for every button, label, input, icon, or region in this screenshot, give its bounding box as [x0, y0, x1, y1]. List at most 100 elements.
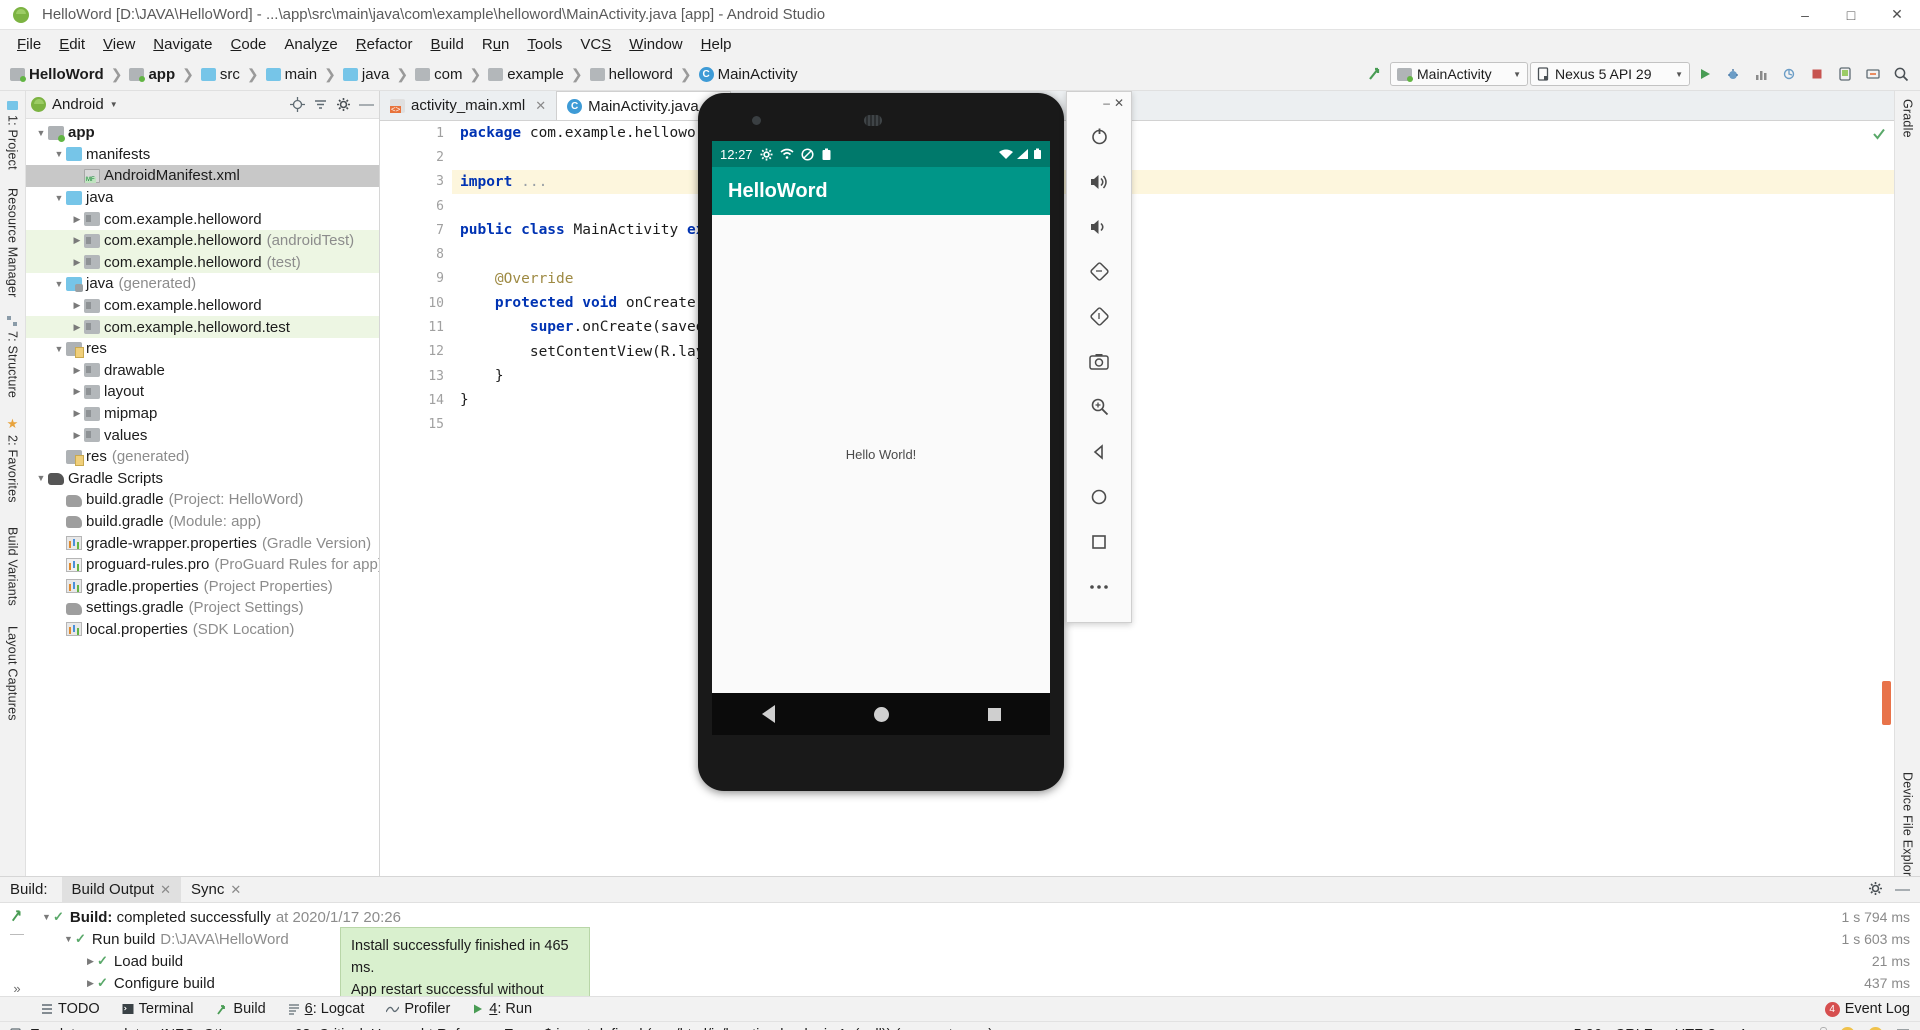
tree-arrow-right-icon[interactable]: ▶: [70, 386, 84, 397]
build-row[interactable]: ▼ ✓ Run build D:\JAVA\HelloWord 1 s 603 ms: [34, 928, 1920, 950]
tree-row[interactable]: ▶ layout: [26, 381, 379, 403]
rotate-right-icon[interactable]: [1077, 294, 1121, 339]
make-project-icon[interactable]: [1362, 61, 1388, 87]
zoom-icon[interactable]: [1077, 384, 1121, 429]
tree-row[interactable]: ▶ drawable: [26, 360, 379, 382]
tree-arrow-right-icon[interactable]: ▶: [70, 300, 84, 311]
run-configuration-selector[interactable]: MainActivity ▼: [1390, 62, 1528, 86]
close-icon[interactable]: ✕: [535, 98, 546, 114]
code-line[interactable]: @Override: [452, 267, 1894, 291]
line-number[interactable]: 12: [380, 340, 452, 364]
line-number[interactable]: 13: [380, 364, 452, 388]
project-tree[interactable]: ▼app▼manifestsAndroidManifest.xml▼java▶c…: [26, 119, 379, 876]
line-number[interactable]: 6: [380, 194, 452, 218]
line-number[interactable]: 2: [380, 145, 452, 169]
tool-button-logcat[interactable]: 6: Logcat: [277, 1001, 376, 1017]
code-line[interactable]: setContentView(R.layout.activi: [452, 340, 1894, 364]
tree-row[interactable]: ▶ com.example.helloword (test): [26, 251, 379, 274]
settings-icon[interactable]: [1868, 881, 1883, 896]
code-line[interactable]: package com.example.helloword;: [452, 121, 1894, 145]
android-nav-bar[interactable]: [712, 693, 1050, 735]
app-content[interactable]: Hello World!: [712, 215, 1050, 693]
tree-row[interactable]: ▶ values: [26, 424, 379, 446]
emulator-window[interactable]: 12:27 HelloWord Hello World! – ✕: [698, 91, 1132, 793]
restart-build-icon[interactable]: [7, 907, 27, 924]
volume-down-icon[interactable]: [1077, 204, 1121, 249]
sidebar-item-project[interactable]: 1: Project: [6, 115, 20, 170]
breadcrumb-item-2[interactable]: src: [220, 66, 240, 83]
breadcrumb-item-1[interactable]: app: [148, 66, 175, 83]
breadcrumb-item-5[interactable]: com: [434, 66, 462, 83]
close-icon[interactable]: ✕: [1114, 96, 1124, 110]
hide-icon[interactable]: —: [1895, 881, 1910, 898]
tree-arrow-right-icon[interactable]: ▶: [70, 430, 84, 441]
scrollbar-marker[interactable]: [1882, 681, 1891, 725]
home-icon[interactable]: [873, 706, 889, 722]
menu-item-run[interactable]: Run: [473, 33, 519, 56]
sidebar-item-device-file-explorer[interactable]: Device File Explorer: [1901, 772, 1915, 888]
tree-row[interactable]: ▼ java (generated): [26, 273, 379, 295]
menu-item-navigate[interactable]: Navigate: [144, 33, 221, 56]
line-number[interactable]: 1: [380, 121, 452, 145]
tree-arrow-down-icon[interactable]: ▼: [34, 473, 48, 483]
tree-arrow-down-icon[interactable]: ▼: [52, 149, 66, 159]
home-icon[interactable]: [1077, 474, 1121, 519]
tab-sync[interactable]: Sync ✕: [181, 877, 251, 903]
tree-arrow-down-icon[interactable]: ▼: [62, 934, 75, 944]
code-line[interactable]: public class MainActivity extends AppC: [452, 218, 1894, 242]
debug-icon[interactable]: [1720, 61, 1746, 87]
line-number[interactable]: 9: [380, 267, 452, 291]
tool-button-run[interactable]: 4: Run: [461, 1001, 543, 1017]
tree-row[interactable]: build.gradle (Module: app): [26, 511, 379, 533]
status-message[interactable]: Emulator: emulator: INFO: QtLogger.cpp:6…: [30, 1027, 993, 1030]
line-number[interactable]: 3: [380, 170, 452, 194]
tree-row[interactable]: res (generated): [26, 446, 379, 468]
line-number[interactable]: 8: [380, 242, 452, 266]
chevron-down-icon[interactable]: ▼: [110, 100, 118, 109]
tree-row[interactable]: ▶ com.example.helloword (androidTest): [26, 229, 379, 252]
tree-arrow-right-icon[interactable]: ▶: [70, 235, 84, 246]
code-line[interactable]: import ...: [452, 169, 1894, 194]
menu-item-vcs[interactable]: VCS: [571, 33, 620, 56]
stop-icon[interactable]: [1804, 61, 1830, 87]
recents-icon[interactable]: [1077, 519, 1121, 564]
line-number[interactable]: 10: [380, 291, 452, 315]
menu-item-edit[interactable]: Edit: [50, 33, 94, 56]
volume-up-icon[interactable]: [1077, 159, 1121, 204]
sdk-manager-icon[interactable]: [1860, 61, 1886, 87]
code-text[interactable]: package com.example.helloword; import ..…: [452, 121, 1894, 876]
tab-activity-main-xml[interactable]: activity_main.xml ✕: [380, 91, 557, 120]
build-row[interactable]: ▼ ✓ Build: completed successfully at 2020/1…: [34, 906, 1920, 928]
tree-row[interactable]: ▶ com.example.helloword: [26, 295, 379, 317]
tab-build-output[interactable]: Build Output ✕: [61, 876, 181, 903]
build-row[interactable]: ▶ ✓ Load build 21 ms: [34, 950, 1920, 972]
tree-arrow-down-icon[interactable]: ▼: [34, 128, 48, 138]
attach-debugger-icon[interactable]: [1776, 61, 1802, 87]
back-icon[interactable]: [1077, 429, 1121, 474]
settings-icon[interactable]: [336, 97, 351, 112]
tree-row[interactable]: settings.gradle (Project Settings): [26, 597, 379, 619]
code-line[interactable]: protected void onCreate(Bundle sav: [452, 291, 1894, 315]
tree-arrow-right-icon[interactable]: ▶: [84, 956, 97, 967]
menu-item-view[interactable]: View: [94, 33, 144, 56]
minimize-button[interactable]: –: [1782, 0, 1828, 30]
menu-item-build[interactable]: Build: [421, 33, 472, 56]
menu-item-window[interactable]: Window: [620, 33, 691, 56]
inspection-ok-icon[interactable]: [1872, 127, 1886, 141]
menu-item-refactor[interactable]: Refactor: [347, 33, 422, 56]
code-area[interactable]: 1 2 3 6 7 8 9 10 11 12 13 14 15 package com.example.…: [380, 121, 1894, 876]
rotate-left-icon[interactable]: [1077, 249, 1121, 294]
menu-item-help[interactable]: Help: [692, 33, 741, 56]
line-number[interactable]: 11: [380, 315, 452, 339]
emulator-screen[interactable]: 12:27 HelloWord Hello World!: [712, 141, 1050, 693]
minimize-icon[interactable]: –: [1103, 96, 1110, 110]
tree-arrow-right-icon[interactable]: ▶: [70, 408, 84, 419]
tree-row[interactable]: ▼ Gradle Scripts: [26, 468, 379, 490]
run-icon[interactable]: [1692, 61, 1718, 87]
tree-arrow-down-icon[interactable]: ▼: [52, 279, 66, 289]
collapse-all-icon[interactable]: [313, 97, 328, 112]
more-icon[interactable]: [1077, 564, 1121, 609]
menu-item-tools[interactable]: Tools: [518, 33, 571, 56]
tree-arrow-right-icon[interactable]: ▶: [84, 978, 97, 989]
power-icon[interactable]: [1077, 114, 1121, 159]
